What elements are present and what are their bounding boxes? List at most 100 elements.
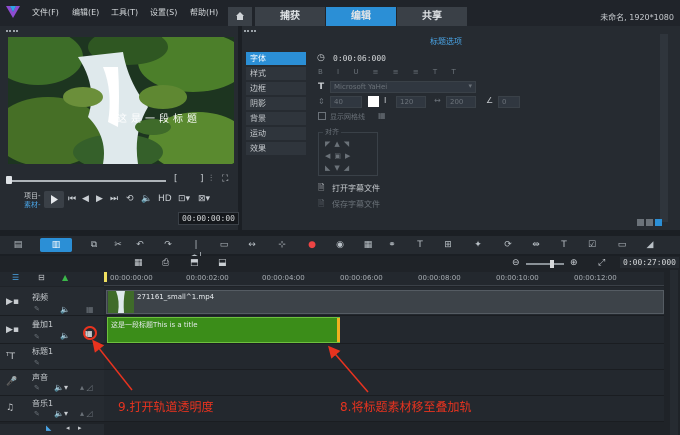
multicam-icon[interactable]: ▦ [362,239,374,251]
category-border[interactable]: 边框 [246,82,306,95]
options-grip[interactable] [244,30,256,33]
track-lane-title[interactable] [104,344,664,370]
footer-next-icon[interactable]: ▸ [78,424,82,432]
char-spacing-field[interactable]: 200 [446,96,476,108]
video-track-audio-icon[interactable]: 🔈 [60,305,70,314]
music-track-audio-icon[interactable]: 🔈▾ [54,409,68,418]
text-tool-icon[interactable]: T [558,239,570,251]
split-icon[interactable]: ⫶ [210,174,212,184]
open-subtitle-button[interactable]: 打开字幕文件 [332,183,380,194]
subtitle-icon[interactable]: T [414,239,426,251]
corner-tool-icon[interactable]: ◢ [644,239,656,251]
voice-track-expand-icon[interactable]: ▴ ◿ [80,383,93,392]
line-spacing-field[interactable]: 120 [396,96,426,108]
show-grid-checkbox[interactable] [318,112,326,120]
footer-prev-icon[interactable]: ◂ [66,424,70,432]
fullscreen-icon[interactable]: ⛶ [222,174,228,184]
crop-icon[interactable]: ⊠▾ [198,194,210,204]
category-font[interactable]: 字体 [246,52,306,65]
fit-icon[interactable]: ↔ [246,239,258,251]
options-scrollbar[interactable] [660,34,668,222]
track-lane-voice[interactable] [104,370,664,396]
timeline-extra-4-icon[interactable]: ⬓ [218,258,227,268]
mark-in-icon[interactable]: [ [174,174,178,184]
skip-start-icon[interactable]: ⏮ [68,194,76,204]
tab-share[interactable]: 共享 [397,7,467,26]
copy-icon[interactable]: ⧉ [88,239,100,251]
zoom-slider[interactable] [526,263,564,265]
music-track-expand-icon[interactable]: ▴ ◿ [80,409,93,418]
category-background[interactable]: 背景 [246,112,306,125]
overlay-track-audio-icon[interactable]: 🔈 [60,331,70,340]
category-shadow[interactable]: 阴影 [246,97,306,110]
loop-icon[interactable]: ⟳ [502,239,514,251]
voice-track-audio-icon[interactable]: 🔈▾ [54,383,68,392]
music-track-edit-icon[interactable]: ✎ [34,410,40,418]
fit-project-icon[interactable]: ⤢ [598,258,605,268]
footer-icon[interactable]: ◣ [46,424,51,432]
panel-corner-buttons[interactable] [637,219,667,227]
playhead[interactable] [104,272,107,282]
cut-icon[interactable]: ✂ [112,239,124,251]
repeat-icon[interactable]: ⟲ [126,194,134,204]
category-motion[interactable]: 运动 [246,127,306,140]
menu-settings[interactable]: 设置(S) [150,7,177,18]
panel-grip[interactable] [6,30,18,33]
size-icon[interactable]: HD [158,194,172,204]
title-clip[interactable]: 这是一段标题This is a title [107,317,340,343]
text-style-buttons[interactable]: B I U ≡ ≡ ≡ T T [318,68,462,76]
track-manager-icon[interactable]: ▭ [218,239,230,251]
angle-field[interactable]: 0 [498,96,520,108]
checkbox-tool-icon[interactable]: ☑ [586,239,598,251]
mode-clip[interactable]: 素材- [24,200,41,210]
overlay-track-edit-icon[interactable]: ✎ [34,333,40,341]
record-icon[interactable]: ● [306,239,318,251]
volume-icon[interactable]: 🔈 [141,194,152,204]
next-frame-icon[interactable]: ▶ [96,194,103,204]
motion-icon[interactable]: ◉ [334,239,346,251]
timeline-extra-2-icon[interactable]: ⎙ [162,258,169,268]
screen-icon[interactable]: ▭ [616,239,628,251]
title-clip-trim-handle[interactable] [337,318,340,342]
tab-capture[interactable]: 捕获 [255,7,325,26]
timeline-vertical-scrollbar[interactable] [670,270,678,435]
voice-track-edit-icon[interactable]: ✎ [34,384,40,392]
save-subtitle-button[interactable]: 保存字幕文件 [332,199,380,210]
aspect-icon[interactable]: ⊡▾ [178,194,190,204]
undo-icon[interactable]: ↶ [134,239,146,251]
timeline-extra-1-icon[interactable]: ▦ [134,258,143,268]
play-button[interactable] [44,191,64,208]
grid-settings-icon[interactable]: ▦ [378,111,386,120]
menu-edit[interactable]: 编辑(E) [72,7,99,18]
font-color-swatch[interactable] [368,96,379,107]
player-timecode[interactable]: 00:00:00:00 [178,212,239,225]
menu-help[interactable]: 帮助(H) [190,7,218,18]
home-tab[interactable] [228,7,252,26]
zoom-in-icon[interactable]: ⊕ [570,258,578,268]
playback-scrubber[interactable] [6,180,166,182]
timeline-extra-3-icon[interactable]: ⬒ [190,258,199,268]
zoom-out-icon[interactable]: ⊖ [512,258,520,268]
mark-out-icon[interactable]: ] [200,174,204,184]
category-style[interactable]: 样式 [246,67,306,80]
stretch-icon[interactable]: ⇹ [530,239,542,251]
zoom-timecode[interactable]: 0:00:27:000 [620,257,679,268]
mixer-icon[interactable]: ✦ [472,239,484,251]
scrubber-knob[interactable] [6,176,12,184]
font-select[interactable]: Microsoft YaHei ▾ [330,81,476,93]
menu-file[interactable]: 文件(F) [32,7,59,18]
storyboard-view-icon[interactable]: ▤ [12,239,24,251]
add-track-icon[interactable]: ▲ [62,273,68,282]
skip-end-icon[interactable]: ⏭ [110,194,118,204]
mask-icon[interactable]: ⚭ [386,239,398,251]
track-list-icon[interactable]: ☰ [12,273,19,282]
align-grid-icons[interactable]: ◤▲◥ ◀▣▶ ◣▼◢ [325,138,354,174]
video-track-transparency-icon[interactable]: ▦ [86,305,94,314]
ripple-icon[interactable]: ⊹ [276,239,288,251]
split-clip-icon[interactable]: |◂▸| [190,239,202,262]
duration-field[interactable]: 0:00:06:000 [330,53,389,64]
video-track-edit-icon[interactable]: ✎ [34,305,40,313]
category-effect[interactable]: 效果 [246,142,306,155]
tab-edit[interactable]: 编辑 [326,7,396,26]
zoom-knob[interactable] [550,260,554,268]
